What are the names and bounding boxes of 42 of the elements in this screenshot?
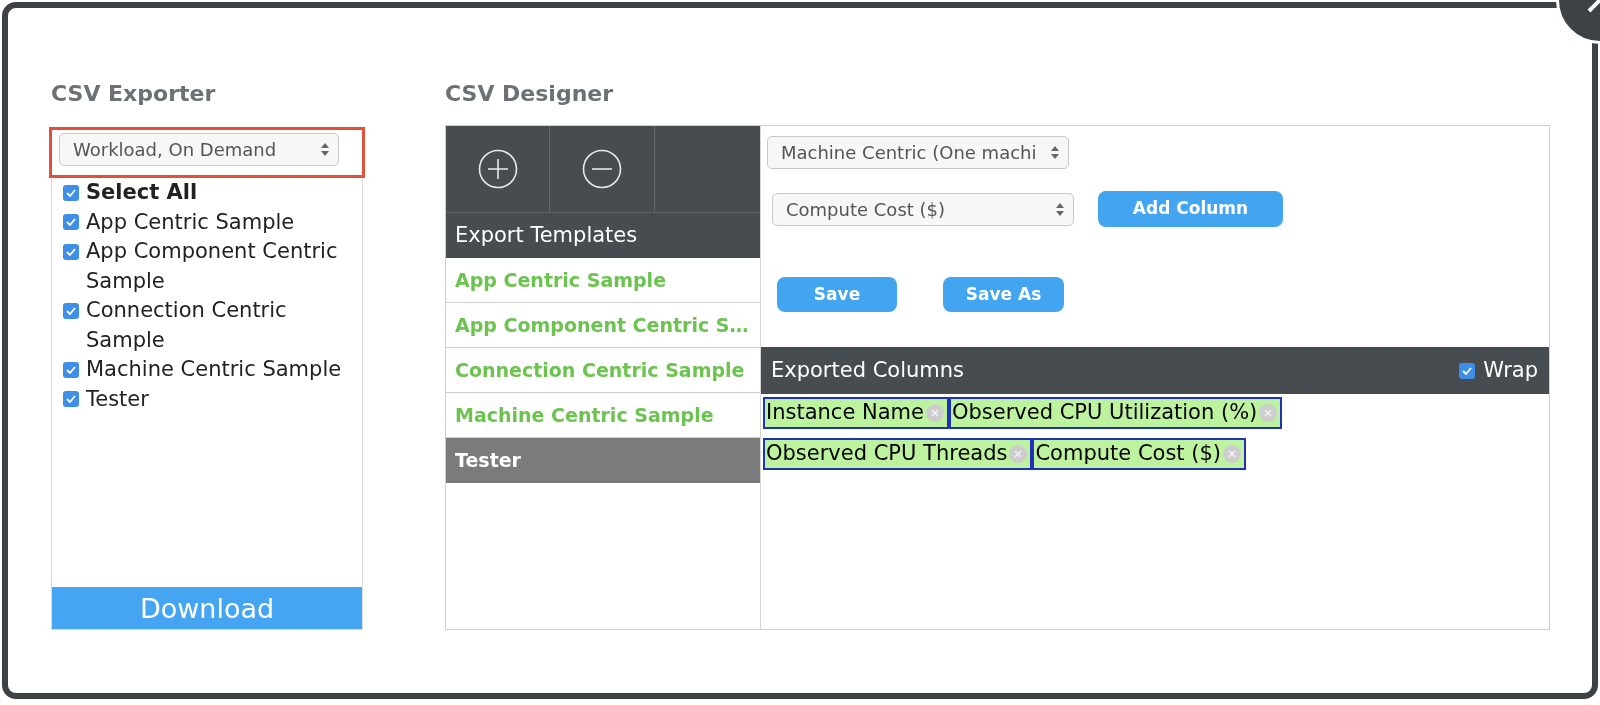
panel-title: CSV Designer xyxy=(445,81,615,107)
minus-circle-icon xyxy=(582,149,622,189)
save-as-button[interactable]: Save As xyxy=(943,277,1064,312)
checkbox-label: Select All xyxy=(86,179,198,206)
tick-icon xyxy=(66,247,76,256)
select-arrows-icon xyxy=(1056,202,1064,216)
dropdown[interactable]: Machine Centric (One machi xyxy=(767,136,1069,169)
select-arrows-icon xyxy=(321,143,329,156)
section-title: Exported Columns xyxy=(771,356,965,384)
checkbox[interactable] xyxy=(1459,362,1476,379)
panel-title: CSV Exporter xyxy=(51,81,217,107)
tag-label: Observed CPU Threads xyxy=(766,440,1008,468)
tick-icon xyxy=(66,365,76,374)
section-header: Export Templates xyxy=(446,213,760,258)
tag-label: Compute Cost ($) xyxy=(1035,440,1221,468)
tick-icon xyxy=(66,188,76,197)
checkbox-label: App Centric Sample xyxy=(86,208,295,236)
template-item[interactable]: Tester xyxy=(446,438,760,483)
checkbox[interactable] xyxy=(63,184,79,201)
checkbox[interactable] xyxy=(63,214,79,231)
checkbox-label: Tester xyxy=(86,385,149,413)
tick-icon xyxy=(66,218,76,227)
checkbox[interactable] xyxy=(63,391,79,408)
tick-icon xyxy=(66,395,76,404)
dropdown[interactable]: Compute Cost ($) xyxy=(772,192,1074,226)
tag-label: Observed CPU Utilization (%) xyxy=(951,399,1258,427)
checkbox[interactable] xyxy=(63,243,79,260)
checkbox[interactable] xyxy=(63,361,79,378)
dropdown[interactable]: Workload, On Demand xyxy=(59,133,339,166)
select-arrows-icon xyxy=(1051,146,1059,159)
checkbox[interactable] xyxy=(63,302,79,319)
checkbox-label: App Component Centric Sample xyxy=(86,238,339,295)
checkbox-label: Connection Centric Sample xyxy=(86,297,288,354)
tag-label: Instance Name xyxy=(766,399,924,427)
add-column-button[interactable]: Add Column xyxy=(1098,191,1283,227)
download-button[interactable]: Download xyxy=(52,587,362,629)
plus-circle-icon xyxy=(477,149,518,189)
tick-icon xyxy=(66,306,76,315)
tick-icon xyxy=(1462,366,1473,375)
checkbox-label: Wrap xyxy=(1483,356,1538,384)
checkbox-label: Machine Centric Sample xyxy=(86,356,342,383)
save-button[interactable]: Save xyxy=(777,277,897,312)
